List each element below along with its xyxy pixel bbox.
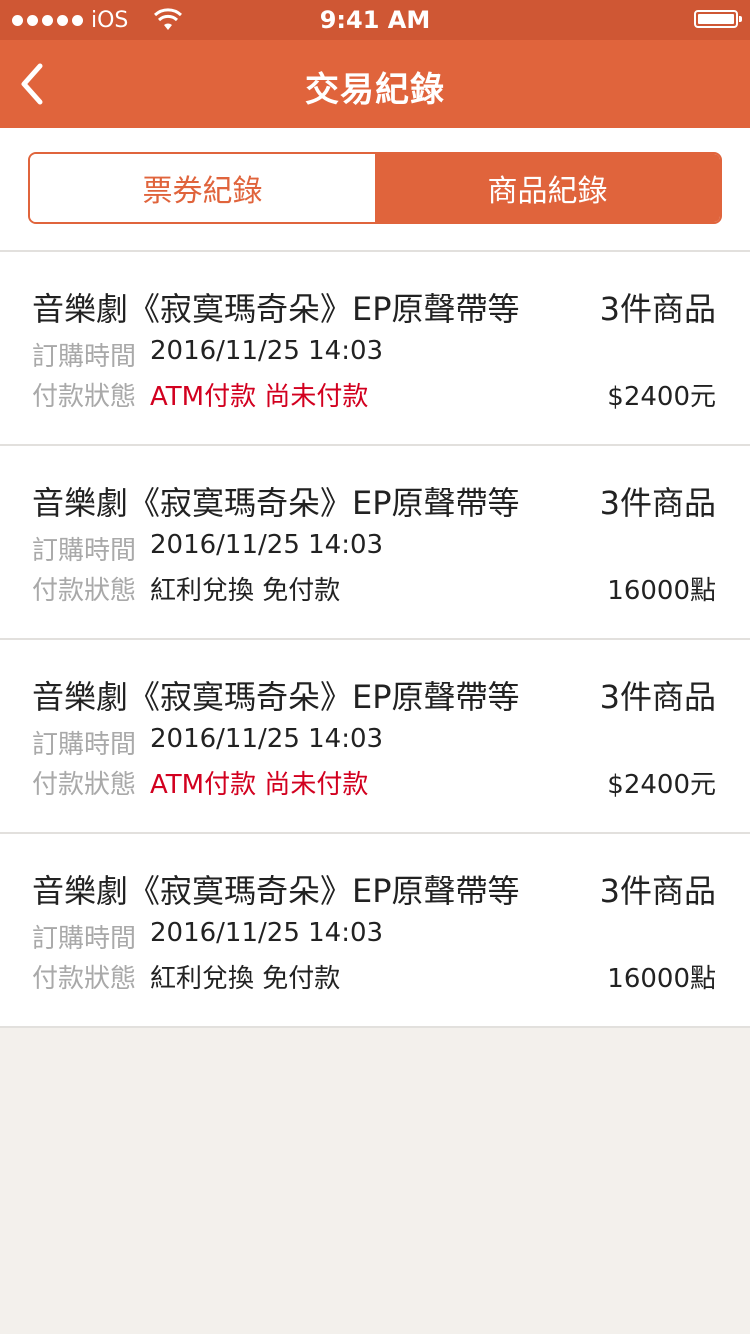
payment-status-label: 付款狀態 xyxy=(32,964,137,994)
order-item-count: 3件商品 xyxy=(599,872,716,910)
tab-ticket-records[interactable]: 票券紀錄 xyxy=(30,154,375,222)
battery-icon xyxy=(694,10,742,28)
order-list-item[interactable]: 音樂劇《寂寞瑪奇朵》EP原聲帶等 3件商品 訂購時間 2016/11/25 14… xyxy=(0,252,750,446)
order-time-row: 訂購時間 2016/11/25 14:03 xyxy=(32,918,383,955)
payment-status: ATM付款 尚未付款 xyxy=(150,382,369,412)
order-amount: $2400元 xyxy=(607,770,716,800)
payment-status: 紅利兌換 免付款 xyxy=(150,576,341,606)
order-time-label: 訂購時間 xyxy=(32,536,137,566)
order-time-row: 訂購時間 2016/11/25 14:03 xyxy=(32,530,383,567)
page-title: 交易紀錄 xyxy=(305,70,445,110)
payment-row: 付款狀態 ATM付款 尚未付款 xyxy=(32,764,368,801)
order-title: 音樂劇《寂寞瑪奇朵》EP原聲帶等 xyxy=(32,678,520,716)
order-title: 音樂劇《寂寞瑪奇朵》EP原聲帶等 xyxy=(32,872,520,910)
order-time: 2016/11/25 14:03 xyxy=(150,530,384,560)
order-list-item[interactable]: 音樂劇《寂寞瑪奇朵》EP原聲帶等 3件商品 訂購時間 2016/11/25 14… xyxy=(0,640,750,834)
order-time-label: 訂購時間 xyxy=(32,342,137,372)
order-time-label: 訂購時間 xyxy=(32,924,137,954)
payment-row: 付款狀態 ATM付款 尚未付款 xyxy=(32,376,368,413)
order-title: 音樂劇《寂寞瑪奇朵》EP原聲帶等 xyxy=(32,484,520,522)
status-time: 9:41 AM xyxy=(319,6,431,34)
tab-product-records[interactable]: 商品紀錄 xyxy=(375,154,720,222)
order-time-label: 訂購時間 xyxy=(32,730,137,760)
order-item-count: 3件商品 xyxy=(599,290,716,328)
order-time: 2016/11/25 14:03 xyxy=(150,336,384,366)
segmented-control-container: 票券紀錄 商品紀錄 xyxy=(0,128,750,252)
order-title: 音樂劇《寂寞瑪奇朵》EP原聲帶等 xyxy=(32,290,520,328)
status-bar: iOS 9:41 AM xyxy=(0,0,750,40)
payment-row: 付款狀態 紅利兌換 免付款 xyxy=(32,958,340,995)
order-amount: $2400元 xyxy=(607,382,716,412)
order-time-row: 訂購時間 2016/11/25 14:03 xyxy=(32,336,383,373)
order-amount: 16000點 xyxy=(607,576,716,606)
order-list-item[interactable]: 音樂劇《寂寞瑪奇朵》EP原聲帶等 3件商品 訂購時間 2016/11/25 14… xyxy=(0,446,750,640)
nav-bar: 交易紀錄 xyxy=(0,40,750,128)
segmented-control: 票券紀錄 商品紀錄 xyxy=(28,152,722,224)
order-item-count: 3件商品 xyxy=(599,484,716,522)
payment-status: ATM付款 尚未付款 xyxy=(150,770,369,800)
payment-status: 紅利兌換 免付款 xyxy=(150,964,341,994)
order-item-count: 3件商品 xyxy=(599,678,716,716)
order-time: 2016/11/25 14:03 xyxy=(150,918,384,948)
order-time-row: 訂購時間 2016/11/25 14:03 xyxy=(32,724,383,761)
order-amount: 16000點 xyxy=(607,964,716,994)
payment-status-label: 付款狀態 xyxy=(32,770,137,800)
order-list: 音樂劇《寂寞瑪奇朵》EP原聲帶等 3件商品 訂購時間 2016/11/25 14… xyxy=(0,252,750,1028)
order-list-item[interactable]: 音樂劇《寂寞瑪奇朵》EP原聲帶等 3件商品 訂購時間 2016/11/25 14… xyxy=(0,834,750,1028)
payment-status-label: 付款狀態 xyxy=(32,382,137,412)
payment-row: 付款狀態 紅利兌換 免付款 xyxy=(32,570,340,607)
payment-status-label: 付款狀態 xyxy=(32,576,137,606)
order-time: 2016/11/25 14:03 xyxy=(150,724,384,754)
